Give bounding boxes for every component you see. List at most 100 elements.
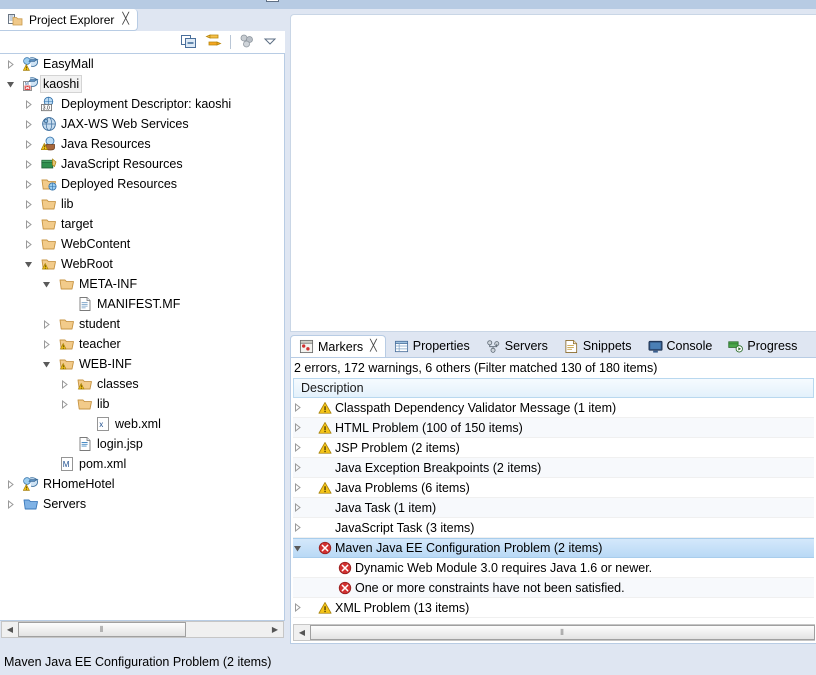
tree-item-webroot[interactable]: WebRoot [0, 254, 284, 274]
table-row[interactable]: XML Problem (13 items) [293, 598, 814, 618]
tree-item-manifest-mf[interactable]: MANIFEST.MF [0, 294, 284, 314]
marker-description: JavaScript Task (3 items) [335, 520, 475, 535]
twisty-collapsed-icon[interactable] [293, 463, 315, 472]
close-icon[interactable]: ╳ [122, 14, 129, 25]
table-row[interactable]: JavaScript Task (3 items) [293, 518, 814, 538]
project-tree[interactable]: EasyMall Mkaoshi 3.0 Deployment Descriptor:… [0, 53, 285, 621]
tree-item-deployment-descriptor-kaoshi[interactable]: 3.0 Deployment Descriptor: kaoshi [0, 94, 284, 114]
table-row[interactable]: One or more constraints have not been sa… [293, 578, 814, 598]
table-row[interactable]: Java Problems (6 items) [293, 478, 814, 498]
folder-icon [58, 316, 76, 332]
scroll-thumb[interactable]: ⦀ [310, 625, 815, 640]
tree-item-target[interactable]: target [0, 214, 284, 234]
tree-item-meta-inf[interactable]: META-INF [0, 274, 284, 294]
tab-snippets[interactable]: Snippets [556, 335, 640, 357]
scroll-thumb[interactable]: ⦀ [18, 622, 186, 637]
twisty-collapsed-icon[interactable] [293, 603, 315, 612]
twisty-expanded-icon[interactable] [293, 544, 315, 553]
tree-item-classes[interactable]: classes [0, 374, 284, 394]
twisty-collapsed-icon[interactable] [6, 59, 22, 69]
twisty-collapsed-icon[interactable] [24, 119, 40, 129]
tree-item-jax-ws-web-services[interactable]: JAX-WS Web Services [0, 114, 284, 134]
twisty-expanded-icon[interactable] [42, 280, 58, 289]
markers-table[interactable]: Classpath Dependency Validator Message (… [293, 398, 814, 618]
table-row[interactable]: Java Task (1 item) [293, 498, 814, 518]
tab-progress[interactable]: Progress [720, 335, 805, 357]
tree-item-login-jsp[interactable]: login.jsp [0, 434, 284, 454]
tab-console[interactable]: Console [640, 335, 721, 357]
markers-icon [299, 339, 314, 354]
minimize-button[interactable] [243, 0, 256, 1]
twisty-collapsed-icon[interactable] [60, 379, 76, 389]
folder-icon [58, 276, 76, 292]
twisty-collapsed-icon[interactable] [293, 443, 315, 452]
twisty-collapsed-icon[interactable] [24, 219, 40, 229]
table-row[interactable]: JSP Problem (2 items) [293, 438, 814, 458]
twisty-collapsed-icon[interactable] [24, 99, 40, 109]
tab-properties[interactable]: Properties [386, 335, 478, 357]
twisty-expanded-icon[interactable] [6, 80, 22, 89]
table-row[interactable]: Classpath Dependency Validator Message (… [293, 398, 814, 418]
table-row[interactable]: Maven Java EE Configuration Problem (2 i… [293, 538, 814, 558]
tree-item-label: lib [97, 397, 110, 411]
collapse-all-icon[interactable] [181, 34, 197, 49]
tree-item-easymall[interactable]: EasyMall [0, 54, 284, 74]
table-row[interactable]: Java Exception Breakpoints (2 items) [293, 458, 814, 478]
table-row[interactable]: HTML Problem (100 of 150 items) [293, 418, 814, 438]
tree-item-lib[interactable]: lib [0, 394, 284, 414]
project-explorer-tab-label: Project Explorer [29, 12, 115, 27]
tree-item-web-inf[interactable]: WEB-INF [0, 354, 284, 374]
link-with-editor-icon[interactable] [205, 34, 222, 49]
twisty-collapsed-icon[interactable] [293, 423, 315, 432]
twisty-collapsed-icon[interactable] [6, 479, 22, 489]
twisty-collapsed-icon[interactable] [6, 499, 22, 509]
tree-item-web-xml[interactable]: x web.xml [0, 414, 284, 434]
twisty-expanded-icon[interactable] [42, 360, 58, 369]
table-row[interactable]: Dynamic Web Module 3.0 requires Java 1.6… [293, 558, 814, 578]
twisty-collapsed-icon[interactable] [24, 159, 40, 169]
scroll-left-arrow-icon[interactable]: ◀ [294, 625, 310, 640]
tree-item-pom-xml[interactable]: Mpom.xml [0, 454, 284, 474]
twisty-collapsed-icon[interactable] [24, 239, 40, 249]
tree-item-lib[interactable]: lib [0, 194, 284, 214]
twisty-collapsed-icon[interactable] [42, 339, 58, 349]
tree-item-java-resources[interactable]: Java Resources [0, 134, 284, 154]
tree-item-kaoshi[interactable]: Mkaoshi [0, 74, 284, 94]
tree-item-student[interactable]: student [0, 314, 284, 334]
tab-servers[interactable]: Servers [478, 335, 556, 357]
tree-item-javascript-resources[interactable]: JavaScript Resources [0, 154, 284, 174]
view-menu-grouping-icon[interactable] [239, 34, 255, 49]
tree-item-teacher[interactable]: teacher [0, 334, 284, 354]
tree-item-rhomehotel[interactable]: RHomeHotel [0, 474, 284, 494]
view-menu-icon[interactable] [263, 35, 277, 48]
tree-item-label: JAX-WS Web Services [61, 117, 189, 131]
folder-blue-icon [22, 496, 40, 512]
marker-description: Java Exception Breakpoints (2 items) [335, 460, 542, 475]
scroll-left-arrow-icon[interactable]: ◀ [2, 622, 18, 637]
twisty-collapsed-icon[interactable] [293, 523, 315, 532]
tree-item-label: Deployed Resources [61, 177, 178, 191]
twisty-collapsed-icon[interactable] [24, 179, 40, 189]
twisty-collapsed-icon[interactable] [24, 199, 40, 209]
tree-item-servers[interactable]: Servers [0, 494, 284, 514]
twisty-collapsed-icon[interactable] [293, 403, 315, 412]
tree-item-deployed-resources[interactable]: Deployed Resources [0, 174, 284, 194]
project-explorer-tab-row: Project Explorer ╳ [0, 0, 285, 31]
markers-hscrollbar[interactable]: ◀ ⦀ [293, 624, 815, 641]
twisty-collapsed-icon[interactable] [24, 139, 40, 149]
twisty-expanded-icon[interactable] [24, 260, 40, 269]
editor-area[interactable] [290, 14, 816, 332]
maximize-button[interactable] [266, 0, 279, 2]
project-explorer-hscrollbar[interactable]: ◀ ⦀ ▶ [1, 621, 284, 638]
close-icon[interactable]: ╳ [370, 341, 377, 352]
twisty-collapsed-icon[interactable] [60, 399, 76, 409]
twisty-collapsed-icon[interactable] [42, 319, 58, 329]
tab-project-explorer[interactable]: Project Explorer ╳ [0, 9, 138, 31]
markers-column-header-description[interactable]: Description [293, 378, 814, 398]
scroll-right-arrow-icon[interactable]: ▶ [267, 622, 283, 637]
tree-item-label: MANIFEST.MF [97, 297, 181, 311]
twisty-collapsed-icon[interactable] [293, 483, 315, 492]
tree-item-webcontent[interactable]: WebContent [0, 234, 284, 254]
tab-markers[interactable]: Markers ╳ [290, 335, 386, 357]
twisty-collapsed-icon[interactable] [293, 503, 315, 512]
